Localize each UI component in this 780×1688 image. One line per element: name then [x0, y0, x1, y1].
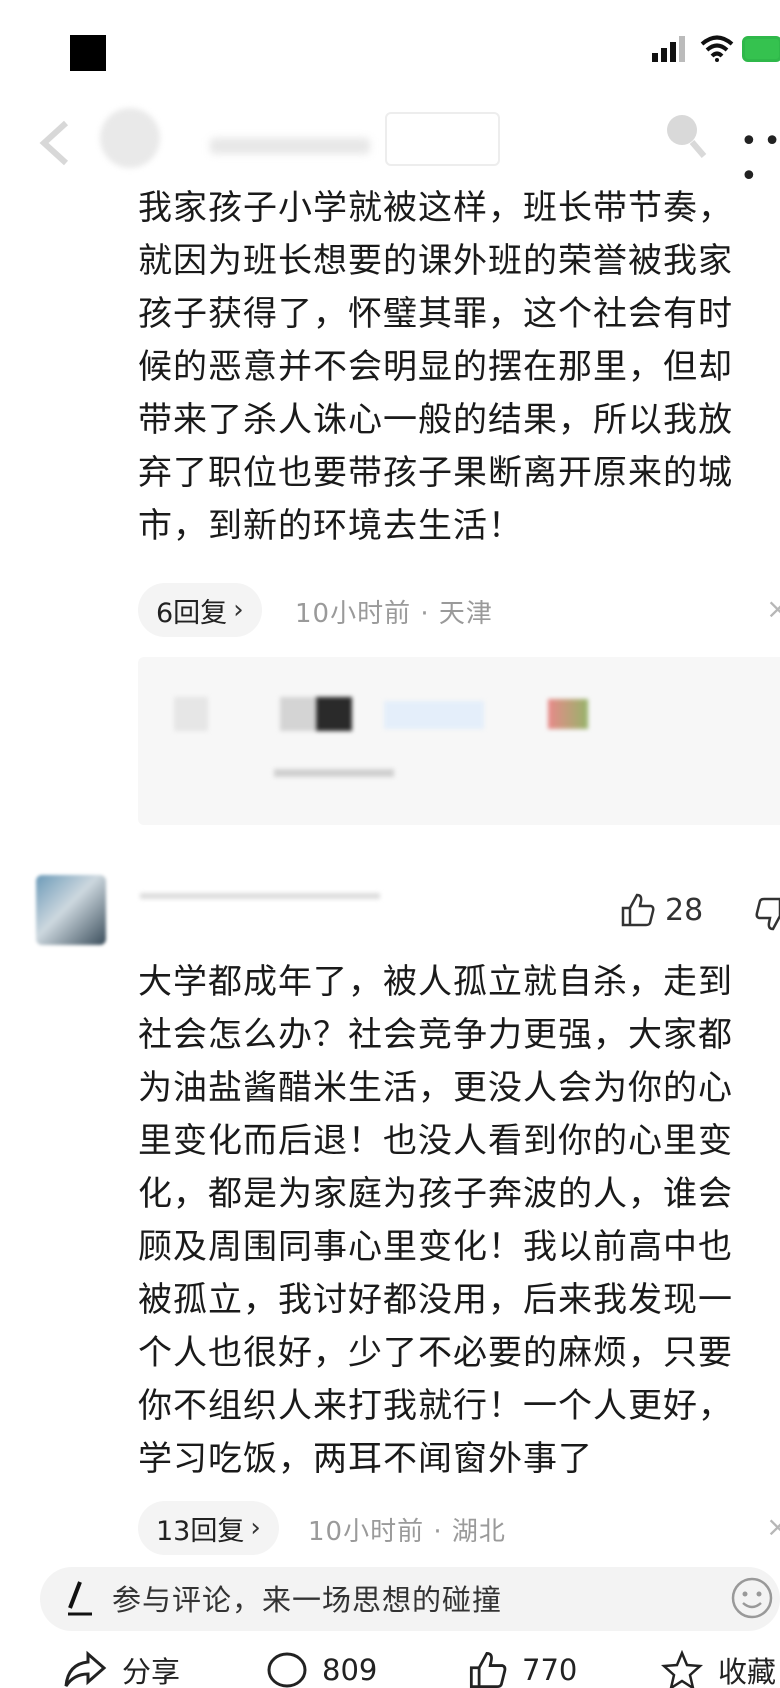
close-icon[interactable]: × [766, 592, 780, 625]
chevron-right-icon: › [233, 595, 244, 625]
comment-bubble-icon [267, 1652, 307, 1688]
emoji-icon[interactable] [730, 1576, 774, 1620]
thumbs-up-icon [469, 1651, 507, 1688]
author-avatar[interactable] [100, 108, 160, 168]
like-count: 28 [665, 893, 704, 928]
signal-icon [652, 36, 685, 62]
search-icon[interactable] [662, 112, 708, 162]
follow-button[interactable] [385, 112, 500, 166]
favorite-label: 收藏 [718, 1655, 777, 1688]
commenter-avatar[interactable] [36, 875, 106, 945]
back-arrow-icon[interactable] [36, 118, 76, 168]
reply-name-blur [280, 697, 316, 731]
author-name [210, 138, 370, 154]
reply-count-button[interactable]: 6回复 › [138, 583, 262, 637]
comment-text: 我家孩子小学就被这样，班长带节奏， 就因为班长想要的课外班的荣誉被我家 孩子获得… [138, 188, 733, 546]
like-button[interactable]: 770 [468, 1650, 577, 1688]
comment-text: 大学都成年了，被人孤立就自杀，走到 社会怎么办？社会竞争力更强，大家都 为油盐酱… [138, 962, 733, 1479]
share-label: 分享 [122, 1655, 181, 1688]
battery-icon [742, 36, 780, 62]
pen-icon [68, 1581, 92, 1616]
comment-meta: 10小时前 · 天津 [295, 599, 493, 629]
reply-text-blur [274, 769, 394, 777]
chevron-right-icon: › [250, 1513, 261, 1543]
close-icon[interactable]: × [766, 1510, 780, 1543]
reply-name-blur [316, 697, 352, 731]
star-icon [660, 1650, 704, 1688]
like-count-total: 770 [522, 1653, 578, 1687]
commenter-name [140, 893, 380, 899]
reply-count-label: 13回复 [156, 1515, 245, 1547]
reply-tag-blur [384, 701, 484, 729]
thumbs-up-icon[interactable] [620, 892, 656, 928]
share-button[interactable]: 分享 [62, 1650, 180, 1688]
thumbs-down-icon[interactable] [754, 896, 780, 932]
reply-avatar [174, 697, 208, 731]
status-bar [0, 0, 780, 100]
comment-input-placeholder[interactable]: 参与评论，来一场思想的碰撞 [112, 1577, 502, 1619]
comment-count: 809 [322, 1653, 378, 1687]
reply-emoji-blur [548, 699, 588, 729]
favorite-button[interactable]: 收藏 [660, 1650, 776, 1688]
comment-meta: 10小时前 · 湖北 [308, 1517, 506, 1547]
comments-button[interactable]: 809 [266, 1650, 377, 1688]
reply-count-button[interactable]: 13回复 › [138, 1501, 279, 1555]
wifi-icon [700, 35, 734, 62]
status-indicator [70, 35, 106, 71]
more-options-icon[interactable]: • • • [740, 124, 780, 194]
reply-count-label: 6回复 [156, 597, 228, 629]
share-icon [64, 1650, 107, 1687]
reply-preview-box[interactable] [138, 657, 780, 825]
